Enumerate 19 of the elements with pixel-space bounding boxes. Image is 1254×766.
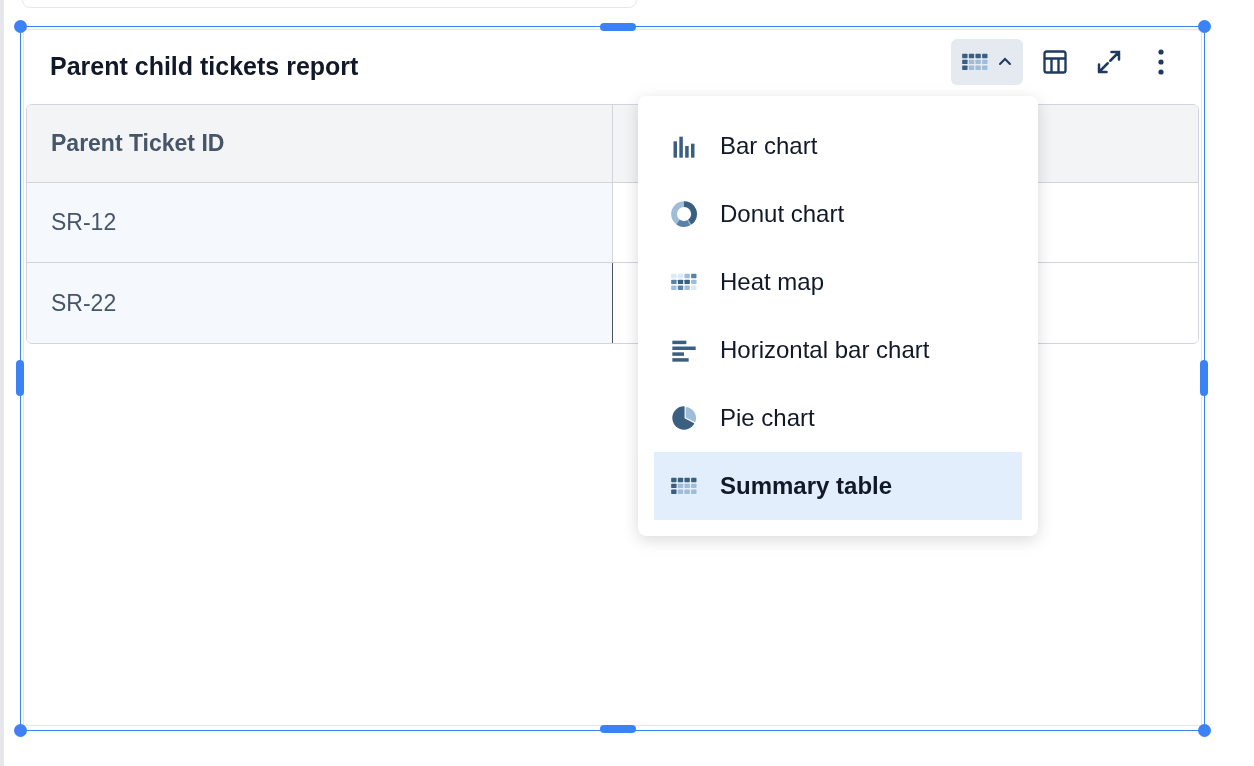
resize-handle[interactable]: [14, 20, 27, 33]
chart-type-button[interactable]: [951, 39, 1023, 85]
menu-item[interactable]: Summary table: [654, 452, 1022, 520]
table-cell: SR-22: [27, 263, 613, 343]
resize-handle[interactable]: [600, 725, 636, 733]
donut-chart-icon: [670, 200, 698, 228]
resize-handle[interactable]: [14, 724, 27, 737]
widget-title: Parent child tickets report: [50, 51, 359, 83]
resize-handle[interactable]: [1198, 724, 1211, 737]
table-cell: SR-12: [27, 183, 613, 263]
more-icon: [1158, 49, 1164, 75]
report-widget[interactable]: Parent child tickets report Parent Ticket ID SR-12 SR-22 Bar chart Donut chart Heat map Horizontal bar chart Pie chart Summary table: [20, 26, 1205, 731]
resize-handle[interactable]: [600, 23, 636, 31]
column-header: Parent Ticket ID: [27, 105, 613, 183]
resize-handle[interactable]: [16, 360, 24, 396]
table-layout-icon: [1041, 48, 1069, 76]
resize-handle[interactable]: [1198, 20, 1211, 33]
resize-handle[interactable]: [1200, 360, 1208, 396]
pie-chart-icon: [670, 404, 698, 432]
